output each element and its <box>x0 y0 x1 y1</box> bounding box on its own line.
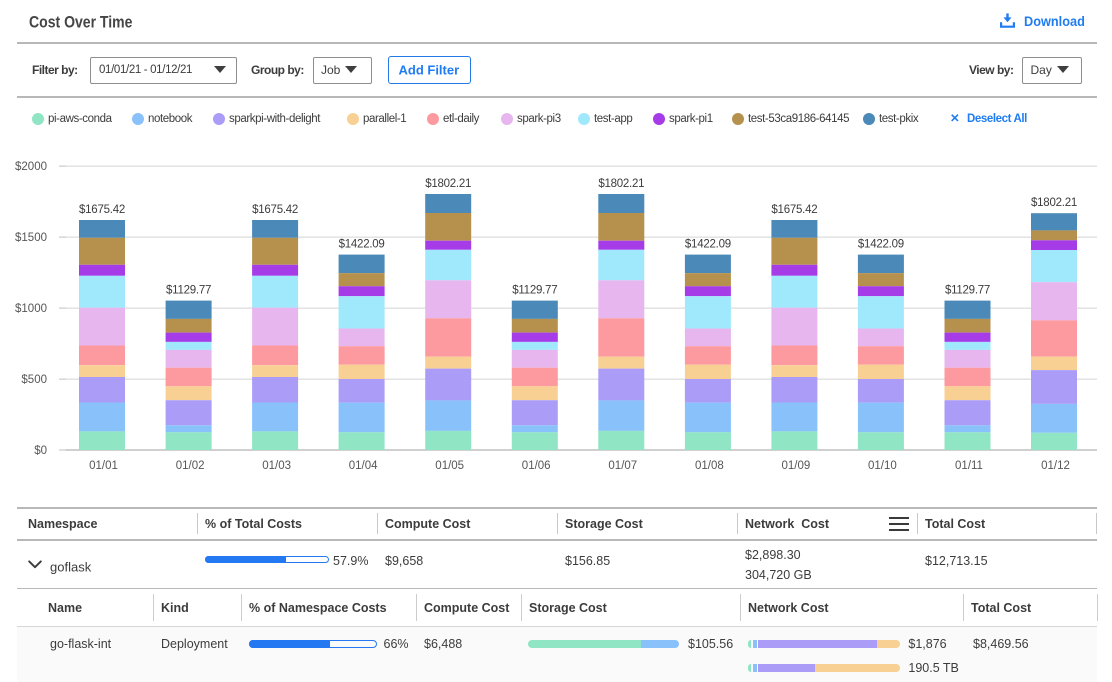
svg-text:$500: $500 <box>21 374 47 386</box>
svg-text:$1000: $1000 <box>15 303 47 315</box>
svg-text:$1675.42: $1675.42 <box>79 204 125 216</box>
svg-text:01/01: 01/01 <box>89 460 118 472</box>
svg-text:01/10: 01/10 <box>868 460 897 472</box>
svg-text:$1802.21: $1802.21 <box>425 178 471 190</box>
svg-text:01/12: 01/12 <box>1041 460 1070 472</box>
svg-text:$1422.09: $1422.09 <box>339 239 385 251</box>
svg-text:$1422.09: $1422.09 <box>858 239 904 251</box>
svg-text:$1129.77: $1129.77 <box>945 285 990 297</box>
svg-text:$1129.77: $1129.77 <box>166 285 211 297</box>
svg-text:01/03: 01/03 <box>262 460 291 472</box>
svg-text:$1802.21: $1802.21 <box>598 178 644 190</box>
svg-text:01/05: 01/05 <box>435 460 464 472</box>
svg-text:$1129.77: $1129.77 <box>512 285 557 297</box>
svg-text:$1500: $1500 <box>15 232 47 244</box>
svg-text:01/04: 01/04 <box>349 460 378 472</box>
svg-text:$0: $0 <box>34 445 47 457</box>
svg-text:01/09: 01/09 <box>782 460 811 472</box>
svg-text:$1802.21: $1802.21 <box>1031 197 1077 209</box>
svg-text:$2000: $2000 <box>15 161 47 173</box>
svg-text:01/06: 01/06 <box>522 460 551 472</box>
svg-text:01/11: 01/11 <box>955 460 983 472</box>
svg-text:01/08: 01/08 <box>695 460 724 472</box>
svg-text:01/07: 01/07 <box>608 460 637 472</box>
svg-text:$1422.09: $1422.09 <box>685 239 731 251</box>
svg-text:$1675.42: $1675.42 <box>252 204 298 216</box>
svg-text:$1675.42: $1675.42 <box>771 204 817 216</box>
svg-text:01/02: 01/02 <box>176 460 205 472</box>
